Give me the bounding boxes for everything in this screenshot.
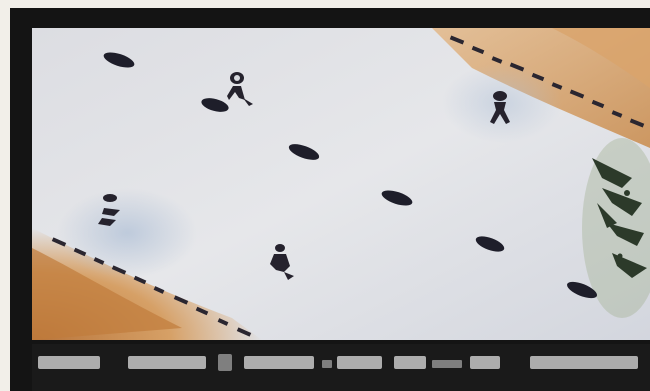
status-bar xyxy=(32,344,650,391)
game-screen-frame xyxy=(10,8,650,391)
status-text-blur xyxy=(38,354,638,371)
playfield[interactable] xyxy=(32,28,650,340)
playfield-scene xyxy=(32,28,650,340)
